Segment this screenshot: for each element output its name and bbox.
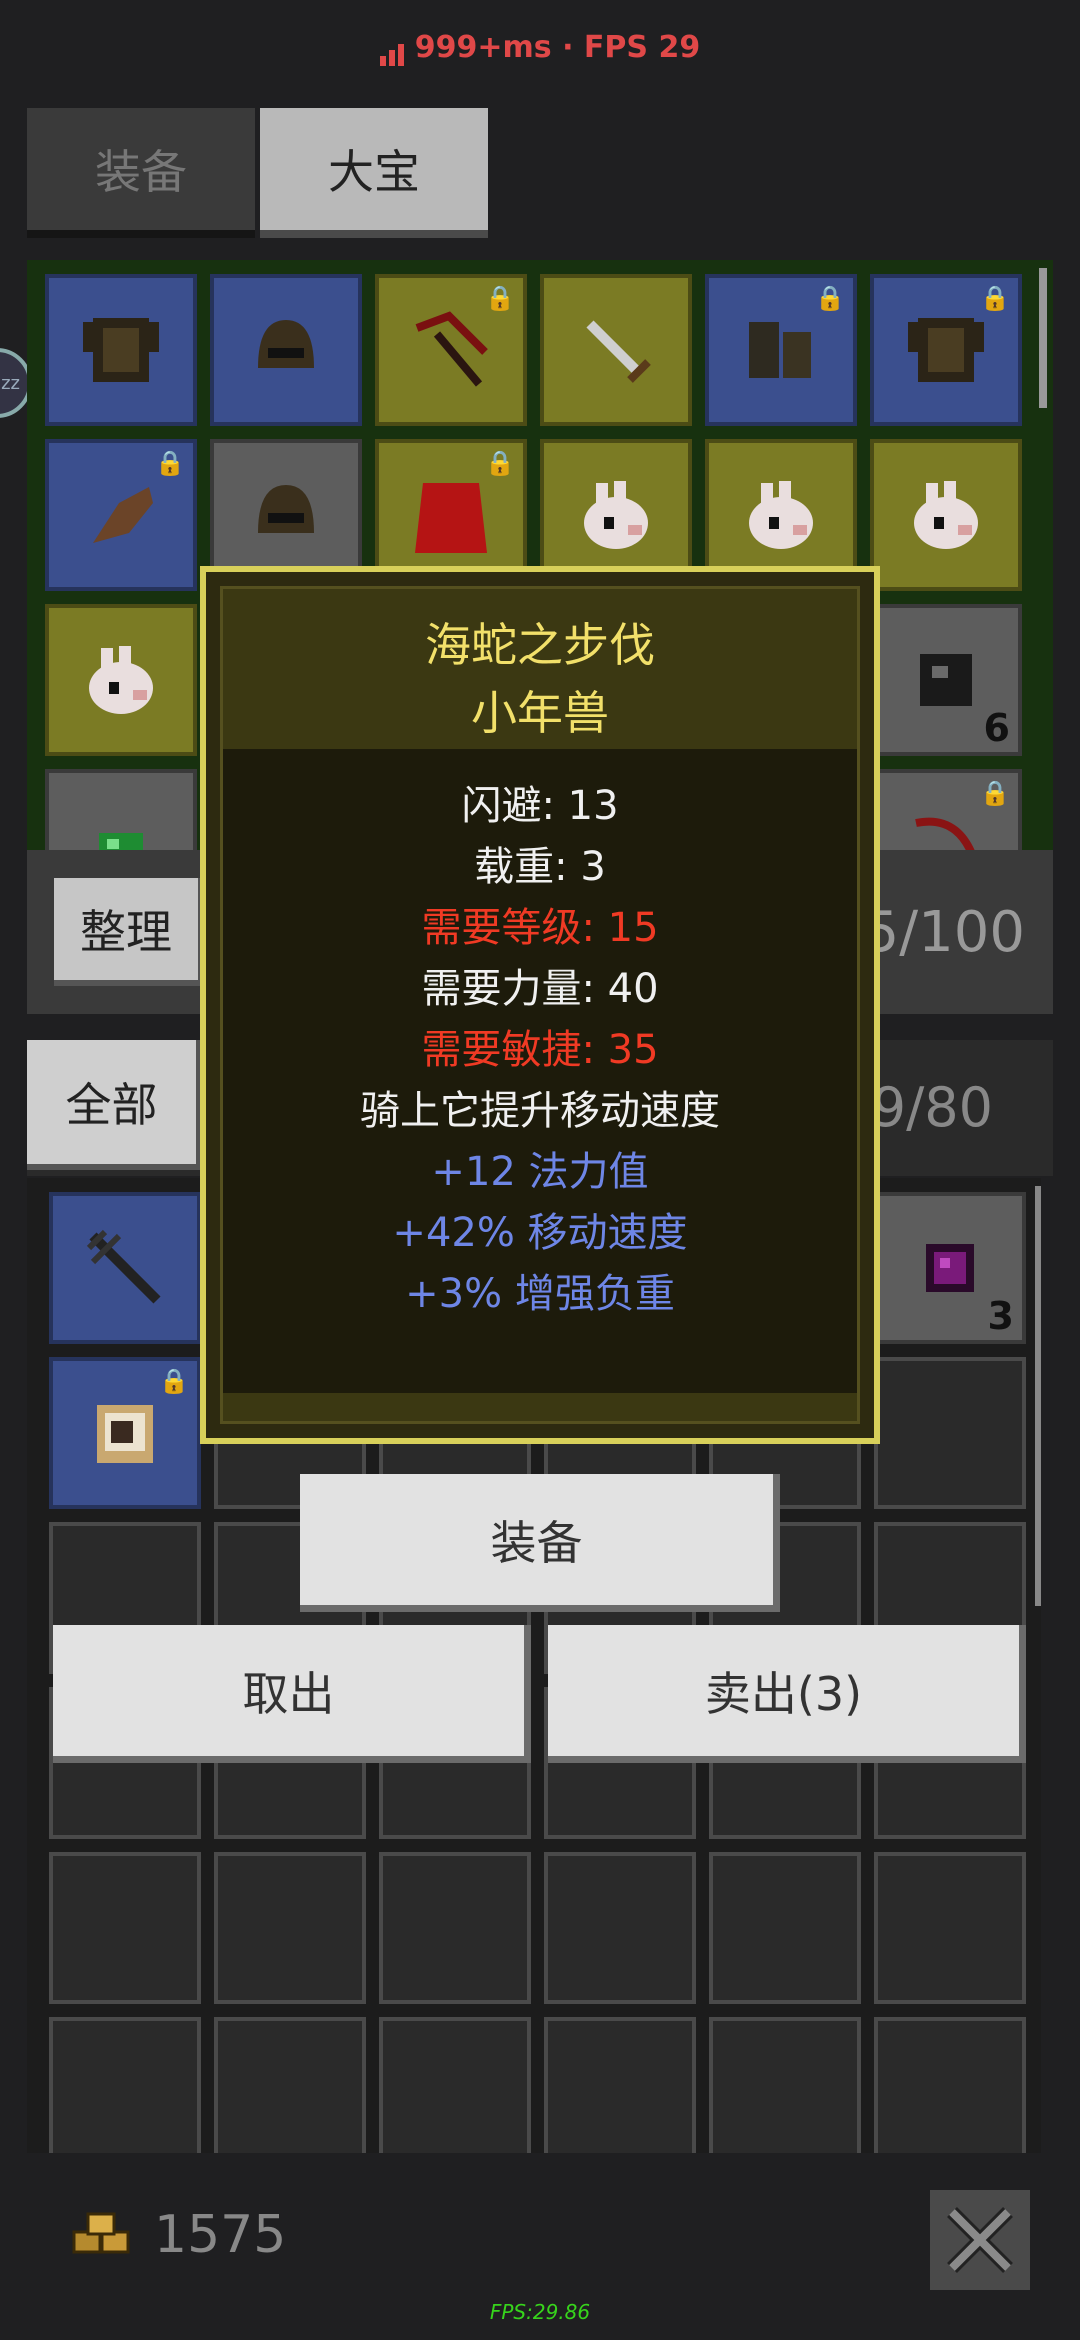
- boots-icon: [739, 308, 823, 392]
- crossbow-icon: [409, 308, 493, 392]
- lock-icon: 🔒: [815, 284, 845, 312]
- inventory-slot[interactable]: [874, 1357, 1026, 1509]
- gold-coins-icon: [72, 2212, 130, 2254]
- scroll-icon: [83, 1391, 167, 1475]
- tooltip-stat: 载重: 3: [474, 844, 606, 890]
- rabbit-icon: [574, 473, 658, 557]
- gold-display: 1575: [70, 2205, 286, 2265]
- sell-button[interactable]: 卖出(3): [548, 1625, 1026, 1763]
- inventory-slot[interactable]: [874, 1852, 1026, 2004]
- sword-icon: [574, 308, 658, 392]
- lock-icon: 🔒: [980, 284, 1010, 312]
- inventory-slot[interactable]: [49, 1852, 201, 2004]
- inventory-slot[interactable]: [45, 769, 197, 850]
- tooltip-stat: 需要等级: 15: [421, 905, 659, 951]
- inventory-slot[interactable]: 🔒: [870, 769, 1022, 850]
- take-out-button[interactable]: 取出: [53, 1625, 531, 1763]
- inventory-slot[interactable]: 🔒: [45, 439, 197, 591]
- inventory-slot[interactable]: [210, 274, 362, 426]
- status-text: 999+ms · FPS 29: [414, 30, 701, 65]
- cape-icon: [409, 473, 493, 557]
- lock-icon: 🔒: [485, 284, 515, 312]
- tooltip-stat: +3% 增强负重: [405, 1271, 675, 1317]
- sort-button[interactable]: 整理: [54, 878, 204, 986]
- tooltip-stat: 闪避: 13: [461, 783, 619, 829]
- lock-icon: 🔒: [485, 449, 515, 477]
- glove-icon: [79, 473, 163, 557]
- rabbit-icon: [79, 638, 163, 722]
- tab-treasure[interactable]: 大宝: [260, 108, 488, 238]
- inventory-slot[interactable]: [709, 2017, 861, 2153]
- lock-icon: 🔒: [155, 449, 185, 477]
- inventory-count: 9/80: [871, 1076, 993, 1139]
- inventory-slot[interactable]: 🔒: [49, 1357, 201, 1509]
- tooltip-stat: 骑上它提升移动速度: [360, 1088, 720, 1134]
- inventory-slot[interactable]: [379, 1852, 531, 2004]
- item-subname: 小年兽: [471, 686, 609, 740]
- gem-icon: [79, 803, 163, 850]
- inventory-slot[interactable]: [214, 1852, 366, 2004]
- tooltip-footer: [223, 1393, 857, 1421]
- armor-icon: [904, 308, 988, 392]
- inventory-slot[interactable]: [709, 1852, 861, 2004]
- tooltip-body: 海蛇之步伐 小年兽 闪避: 13 载重: 3 需要等级: 15 需要力量: 40 需要敏…: [220, 586, 860, 1424]
- inventory-slot[interactable]: 🔒: [870, 274, 1022, 426]
- close-button[interactable]: [930, 2190, 1030, 2290]
- inventory-slot[interactable]: 6: [870, 604, 1022, 756]
- inventory-slot[interactable]: [45, 604, 197, 756]
- inventory-slot[interactable]: [49, 1192, 201, 1344]
- inventory-scrollbar[interactable]: [1035, 1186, 1041, 1606]
- inventory-slot[interactable]: [540, 274, 692, 426]
- tab-equipment[interactable]: 装备: [27, 108, 255, 238]
- armor-icon: [79, 308, 163, 392]
- rabbit-icon: [904, 473, 988, 557]
- inventory-slot[interactable]: 3: [874, 1192, 1026, 1344]
- inventory-slot[interactable]: [874, 2017, 1026, 2153]
- tooltip-stat: +42% 移动速度: [392, 1210, 688, 1256]
- inventory-slot[interactable]: [870, 439, 1022, 591]
- inventory-slot[interactable]: 🔒: [375, 274, 527, 426]
- tooltip-stat: 需要敏捷: 35: [421, 1027, 659, 1073]
- signal-icon: [379, 31, 407, 66]
- fps-footer: FPS:29.86: [489, 2300, 591, 2324]
- gold-amount: 1575: [154, 2205, 287, 2265]
- inventory-slot[interactable]: [379, 2017, 531, 2153]
- inventory-slot[interactable]: 🔒: [705, 274, 857, 426]
- lock-icon: 🔒: [980, 779, 1010, 807]
- close-icon: [947, 2207, 1013, 2273]
- inventory-slot[interactable]: [45, 274, 197, 426]
- trident-icon: [83, 1226, 167, 1310]
- ore-icon: [904, 638, 988, 722]
- bow-icon: [904, 803, 988, 850]
- inventory-slot[interactable]: [544, 2017, 696, 2153]
- stack-count: 3: [987, 1294, 1014, 1338]
- tooltip-stat: +12 法力值: [431, 1149, 649, 1195]
- lock-icon: 🔒: [159, 1367, 189, 1395]
- item-tooltip: 海蛇之步伐 小年兽 闪避: 13 载重: 3 需要等级: 15 需要力量: 40 需要敏…: [200, 566, 880, 1444]
- helmet-icon: [244, 473, 328, 557]
- helmet-icon: [244, 308, 328, 392]
- tooltip-stat: 需要力量: 40: [421, 966, 659, 1012]
- inventory-slot[interactable]: [49, 2017, 201, 2153]
- inventory-slot[interactable]: [214, 2017, 366, 2153]
- rabbit-icon: [739, 473, 823, 557]
- equipment-scrollbar[interactable]: [1039, 268, 1047, 408]
- stack-count: 6: [983, 706, 1010, 750]
- purple-gem-icon: [908, 1226, 992, 1310]
- filter-all-button[interactable]: 全部: [27, 1040, 202, 1170]
- network-status: 999+ms · FPS 29: [0, 30, 1080, 66]
- inventory-slot[interactable]: [544, 1852, 696, 2004]
- equip-button[interactable]: 装备: [300, 1474, 780, 1612]
- item-name: 海蛇之步伐: [425, 618, 655, 672]
